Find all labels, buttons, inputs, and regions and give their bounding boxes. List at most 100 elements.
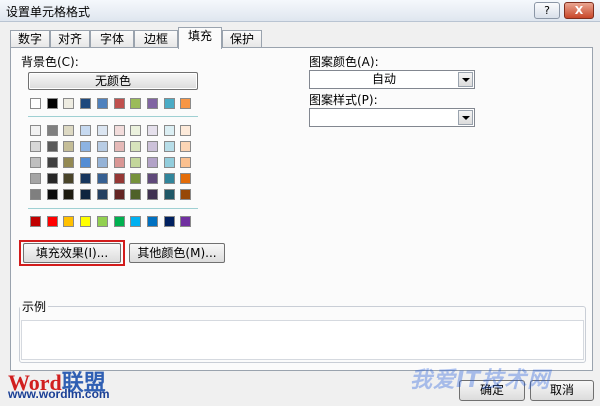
color-swatch[interactable] <box>97 125 108 136</box>
help-button[interactable]: ? <box>534 2 560 19</box>
color-swatch[interactable] <box>147 216 158 227</box>
color-swatch[interactable] <box>130 189 141 200</box>
close-button[interactable]: X <box>564 2 594 19</box>
color-swatch[interactable] <box>164 173 175 184</box>
fill-panel: 背景色(C): 无颜色 填充效果(I)... 其他颜色(M)... 图案颜色(A… <box>10 47 593 371</box>
color-swatch[interactable] <box>80 141 91 152</box>
tab-font[interactable]: 字体 <box>90 30 134 48</box>
color-swatch[interactable] <box>47 125 58 136</box>
sample-preview <box>21 320 584 360</box>
watermark-site: 我爱IT技术网 <box>410 368 551 393</box>
sample-label: 示例 <box>20 298 49 315</box>
color-swatch[interactable] <box>63 189 74 200</box>
color-swatch[interactable] <box>164 157 175 168</box>
color-swatch[interactable] <box>114 98 125 109</box>
color-swatch[interactable] <box>114 141 125 152</box>
color-swatch[interactable] <box>97 98 108 109</box>
pattern-style-label: 图案样式(P): <box>309 93 378 107</box>
more-colors-button[interactable]: 其他颜色(M)... <box>129 243 225 263</box>
color-swatch[interactable] <box>97 216 108 227</box>
color-swatch[interactable] <box>180 216 191 227</box>
color-swatch[interactable] <box>97 189 108 200</box>
color-swatch[interactable] <box>130 157 141 168</box>
tab-protection[interactable]: 保护 <box>222 30 262 48</box>
no-color-button[interactable]: 无颜色 <box>28 72 198 90</box>
color-swatch[interactable] <box>147 141 158 152</box>
color-swatch[interactable] <box>80 125 91 136</box>
color-swatch[interactable] <box>147 189 158 200</box>
color-swatch[interactable] <box>80 173 91 184</box>
fill-effects-button[interactable]: 填充效果(I)... <box>23 243 121 263</box>
color-swatch[interactable] <box>147 98 158 109</box>
color-swatch[interactable] <box>180 141 191 152</box>
color-swatch[interactable] <box>130 98 141 109</box>
color-swatch[interactable] <box>114 173 125 184</box>
color-swatch[interactable] <box>30 216 41 227</box>
background-color-label: 背景色(C): <box>21 55 79 69</box>
fill-effects-highlight: 填充效果(I)... <box>19 240 125 266</box>
color-swatch[interactable] <box>47 216 58 227</box>
color-swatch[interactable] <box>164 216 175 227</box>
tab-alignment[interactable]: 对齐 <box>50 30 90 48</box>
color-swatch[interactable] <box>147 125 158 136</box>
color-swatch[interactable] <box>80 216 91 227</box>
pattern-color-label: 图案颜色(A): <box>309 55 379 69</box>
pattern-style-select[interactable] <box>309 108 475 127</box>
color-swatch[interactable] <box>30 125 41 136</box>
color-swatch[interactable] <box>130 141 141 152</box>
tab-fill[interactable]: 填充 <box>178 27 222 49</box>
pattern-style-value <box>310 109 458 126</box>
color-swatch[interactable] <box>97 157 108 168</box>
color-swatch[interactable] <box>114 216 125 227</box>
color-swatch[interactable] <box>63 141 74 152</box>
chevron-down-icon[interactable] <box>458 110 473 125</box>
color-swatch[interactable] <box>180 157 191 168</box>
color-swatch[interactable] <box>164 189 175 200</box>
color-swatch[interactable] <box>180 98 191 109</box>
color-swatch[interactable] <box>47 141 58 152</box>
color-swatch[interactable] <box>114 189 125 200</box>
color-swatch[interactable] <box>63 173 74 184</box>
watermark-url: www.wordlm.com <box>8 387 110 401</box>
color-swatch[interactable] <box>80 98 91 109</box>
sample-group <box>19 306 586 363</box>
color-swatch[interactable] <box>30 141 41 152</box>
pattern-color-select[interactable]: 自动 <box>309 70 475 89</box>
color-swatch[interactable] <box>180 173 191 184</box>
color-swatch[interactable] <box>63 157 74 168</box>
color-swatch[interactable] <box>47 98 58 109</box>
color-swatch[interactable] <box>164 125 175 136</box>
color-swatch[interactable] <box>130 216 141 227</box>
palette-divider <box>28 116 198 117</box>
tab-number[interactable]: 数字 <box>10 30 50 48</box>
palette-divider <box>28 208 198 209</box>
color-swatch[interactable] <box>30 98 41 109</box>
color-swatch[interactable] <box>130 173 141 184</box>
color-swatch[interactable] <box>130 125 141 136</box>
color-swatch[interactable] <box>63 98 74 109</box>
color-swatch[interactable] <box>47 157 58 168</box>
color-swatch[interactable] <box>30 189 41 200</box>
color-swatch[interactable] <box>80 189 91 200</box>
color-swatch[interactable] <box>30 157 41 168</box>
color-swatch[interactable] <box>180 189 191 200</box>
color-swatch[interactable] <box>147 157 158 168</box>
title-bar: 设置单元格格式 ? X <box>0 0 600 22</box>
color-swatch[interactable] <box>63 125 74 136</box>
color-swatch[interactable] <box>30 173 41 184</box>
color-swatch[interactable] <box>47 189 58 200</box>
color-swatch[interactable] <box>47 173 58 184</box>
color-swatch[interactable] <box>97 173 108 184</box>
color-swatch[interactable] <box>97 141 108 152</box>
color-swatch[interactable] <box>63 216 74 227</box>
color-swatch[interactable] <box>147 173 158 184</box>
pattern-color-value: 自动 <box>371 72 396 86</box>
color-swatch[interactable] <box>164 98 175 109</box>
color-swatch[interactable] <box>80 157 91 168</box>
color-swatch[interactable] <box>114 157 125 168</box>
chevron-down-icon[interactable] <box>458 72 473 87</box>
color-swatch[interactable] <box>114 125 125 136</box>
color-swatch[interactable] <box>164 141 175 152</box>
tab-border[interactable]: 边框 <box>134 30 178 48</box>
color-swatch[interactable] <box>180 125 191 136</box>
